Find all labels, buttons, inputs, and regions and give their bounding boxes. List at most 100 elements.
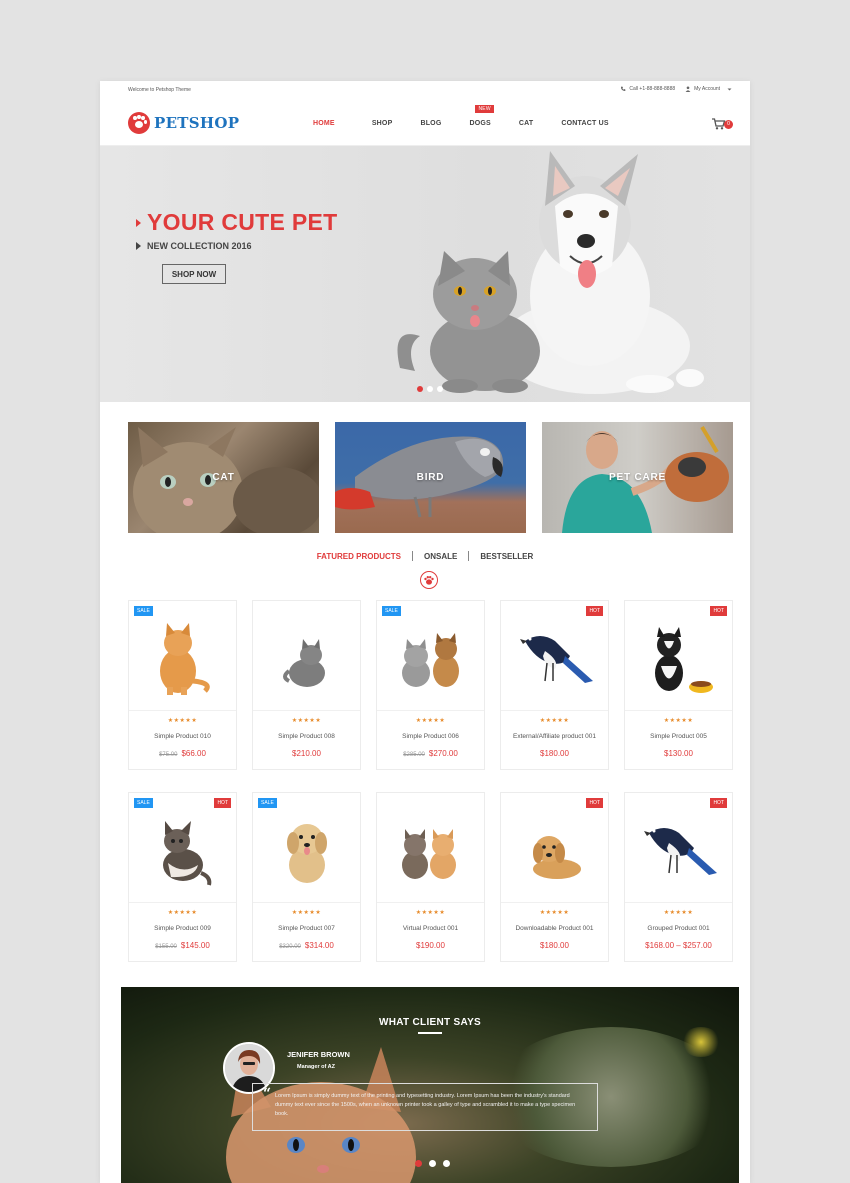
chevron-down-icon bbox=[727, 88, 732, 90]
logo-text: PETSHOP bbox=[154, 114, 240, 132]
product-image[interactable]: SALE bbox=[253, 793, 360, 903]
product-image[interactable]: HOT bbox=[625, 601, 732, 711]
current-price: $314.00 bbox=[304, 941, 334, 950]
product-image[interactable]: SALE bbox=[129, 601, 236, 711]
rating-stars: ★★★★★ bbox=[539, 910, 570, 916]
product-image[interactable]: SALE HOT bbox=[129, 793, 236, 903]
rating-stars: ★★★★★ bbox=[291, 718, 322, 724]
product-card[interactable]: HOT ★★★★★ Grouped Product 001 $168.00 – $25… bbox=[624, 792, 733, 962]
testimonial-heading: WHAT CLIENT SAYS bbox=[378, 1017, 482, 1028]
nav-dogs[interactable]: DOGS NEW bbox=[469, 105, 494, 127]
cat-dog-image bbox=[401, 632, 459, 687]
nav-blog[interactable]: BLOG bbox=[420, 120, 441, 127]
account-text: My Account bbox=[694, 86, 720, 92]
top-bar: Welcome to Petshop Theme Call +1-88-888-… bbox=[100, 81, 750, 101]
product-image[interactable]: HOT bbox=[625, 793, 732, 903]
product-card[interactable]: SALE HOT ★★★★★ Simple Product 009 $155.00 $14… bbox=[128, 792, 237, 962]
slider-dot[interactable] bbox=[443, 1160, 450, 1167]
current-price: $190.00 bbox=[416, 941, 445, 950]
slider-dot[interactable] bbox=[427, 386, 433, 392]
hot-badge: HOT bbox=[586, 798, 603, 808]
product-image[interactable]: HOT bbox=[501, 601, 608, 711]
product-image[interactable]: SALE bbox=[377, 601, 484, 711]
shop-now-button[interactable]: SHOP NOW bbox=[162, 264, 226, 284]
product-price: $155.00 $145.00 bbox=[129, 941, 236, 950]
client-name: JENIFER BROWN bbox=[287, 1050, 350, 1059]
category-label: BIRD bbox=[416, 472, 445, 483]
logo[interactable]: PETSHOP bbox=[128, 112, 239, 134]
bw-dog-image bbox=[654, 626, 713, 693]
paw-logo-icon bbox=[128, 112, 150, 134]
product-card[interactable]: SALE ★★★★★ Simple Product 006 $285.00 $270.0… bbox=[376, 600, 485, 770]
product-name[interactable]: Downloadable Product 001 bbox=[501, 925, 608, 932]
tab-featured-products[interactable]: FATURED PRODUCTS bbox=[317, 552, 401, 561]
golden-puppy-image bbox=[532, 835, 581, 879]
product-name[interactable]: Simple Product 007 bbox=[253, 925, 360, 932]
hero-title: YOUR CUTE PET bbox=[136, 209, 337, 236]
hot-badge: HOT bbox=[710, 606, 727, 616]
product-price: $320.00 $314.00 bbox=[253, 941, 360, 950]
slider-dot[interactable] bbox=[437, 386, 443, 392]
product-price: $190.00 bbox=[377, 941, 484, 950]
product-price: $75.00 $66.00 bbox=[129, 749, 236, 758]
new-badge: NEW bbox=[475, 105, 494, 113]
product-card[interactable]: HOT ★★★★★ Downloadable Product 001 $180.00 bbox=[500, 792, 609, 962]
product-name[interactable]: Virtual Product 001 bbox=[377, 925, 484, 932]
product-image[interactable]: HOT bbox=[501, 793, 608, 903]
heading-underline bbox=[418, 1032, 442, 1034]
category-tile-pet-care[interactable]: PET CARE bbox=[542, 422, 733, 533]
product-name[interactable]: Grouped Product 001 bbox=[625, 925, 732, 932]
product-name[interactable]: Simple Product 009 bbox=[129, 925, 236, 932]
slider-dot[interactable] bbox=[415, 1160, 422, 1167]
triangle-right-icon bbox=[136, 242, 141, 250]
nav-shop[interactable]: SHOP bbox=[372, 120, 393, 127]
product-name[interactable]: Simple Product 006 bbox=[377, 733, 484, 740]
rating-stars: ★★★★★ bbox=[539, 718, 570, 724]
nav-cat[interactable]: CAT bbox=[519, 120, 533, 127]
old-price: $320.00 bbox=[279, 944, 301, 950]
testimonial-dots bbox=[415, 1160, 450, 1167]
rating-stars: ★★★★★ bbox=[663, 718, 694, 724]
triangle-right-icon bbox=[136, 218, 141, 227]
product-card[interactable]: HOT ★★★★★ External/Affiliate product 001 $1… bbox=[500, 600, 609, 770]
hot-badge: HOT bbox=[214, 798, 231, 808]
category-tile-bird[interactable]: BIRD bbox=[335, 422, 526, 533]
page: Welcome to Petshop Theme Call +1-88-888-… bbox=[100, 81, 750, 1183]
slider-dot[interactable] bbox=[429, 1160, 436, 1167]
account-menu[interactable]: My Account bbox=[685, 86, 732, 92]
hero-subtitle: NEW COLLECTION 2016 bbox=[136, 241, 252, 251]
cart-button[interactable]: 0 bbox=[712, 117, 733, 131]
product-image[interactable] bbox=[377, 793, 484, 903]
category-tile-cat[interactable]: CAT bbox=[128, 422, 319, 533]
current-price: $66.00 bbox=[181, 749, 206, 758]
hero-slider-dots bbox=[417, 386, 443, 392]
product-card[interactable]: SALE ★★★★★ Simple Product 007 $320.00 $314.0… bbox=[252, 792, 361, 962]
nav-contact-us[interactable]: CONTACT US bbox=[561, 120, 608, 127]
old-price: $285.00 bbox=[403, 752, 425, 758]
sale-badge: SALE bbox=[382, 606, 401, 616]
testimonial-quote: “ Lorem Ipsum is simply dummy text of th… bbox=[252, 1083, 598, 1131]
product-name[interactable]: Simple Product 008 bbox=[253, 733, 360, 740]
product-card[interactable]: HOT ★★★★★ Simple Product 005 $130.00 bbox=[624, 600, 733, 770]
category-tiles: CAT BIRD PET CARE bbox=[128, 422, 733, 533]
paw-icon bbox=[420, 571, 438, 589]
product-name[interactable]: External/Affiliate product 001 bbox=[501, 733, 608, 740]
rating-stars: ★★★★★ bbox=[415, 718, 446, 724]
welcome-text: Welcome to Petshop Theme bbox=[128, 87, 191, 93]
sale-badge: SALE bbox=[258, 798, 277, 808]
hero-subtitle-text: NEW COLLECTION 2016 bbox=[147, 241, 252, 251]
nav-home[interactable]: HOME bbox=[313, 120, 335, 127]
product-image[interactable] bbox=[253, 601, 360, 711]
category-label: CAT bbox=[212, 472, 235, 483]
product-card[interactable]: ★★★★★ Simple Product 008 $210.00 bbox=[252, 600, 361, 770]
tab-onsale[interactable]: ONSALE bbox=[424, 552, 457, 561]
phone-link[interactable]: Call +1-88-888-8888 bbox=[620, 86, 675, 92]
product-card[interactable]: ★★★★★ Virtual Product 001 $190.00 bbox=[376, 792, 485, 962]
current-price: $145.00 bbox=[180, 941, 210, 950]
product-name[interactable]: Simple Product 005 bbox=[625, 733, 732, 740]
client-role: Manager of AZ bbox=[297, 1064, 335, 1070]
slider-dot[interactable] bbox=[417, 386, 423, 392]
tab-bestseller[interactable]: BESTSELLER bbox=[480, 552, 533, 561]
product-name[interactable]: Simple Product 010 bbox=[129, 733, 236, 740]
product-card[interactable]: SALE ★★★★★ Simple Product 010 $75.00 $66.00 bbox=[128, 600, 237, 770]
